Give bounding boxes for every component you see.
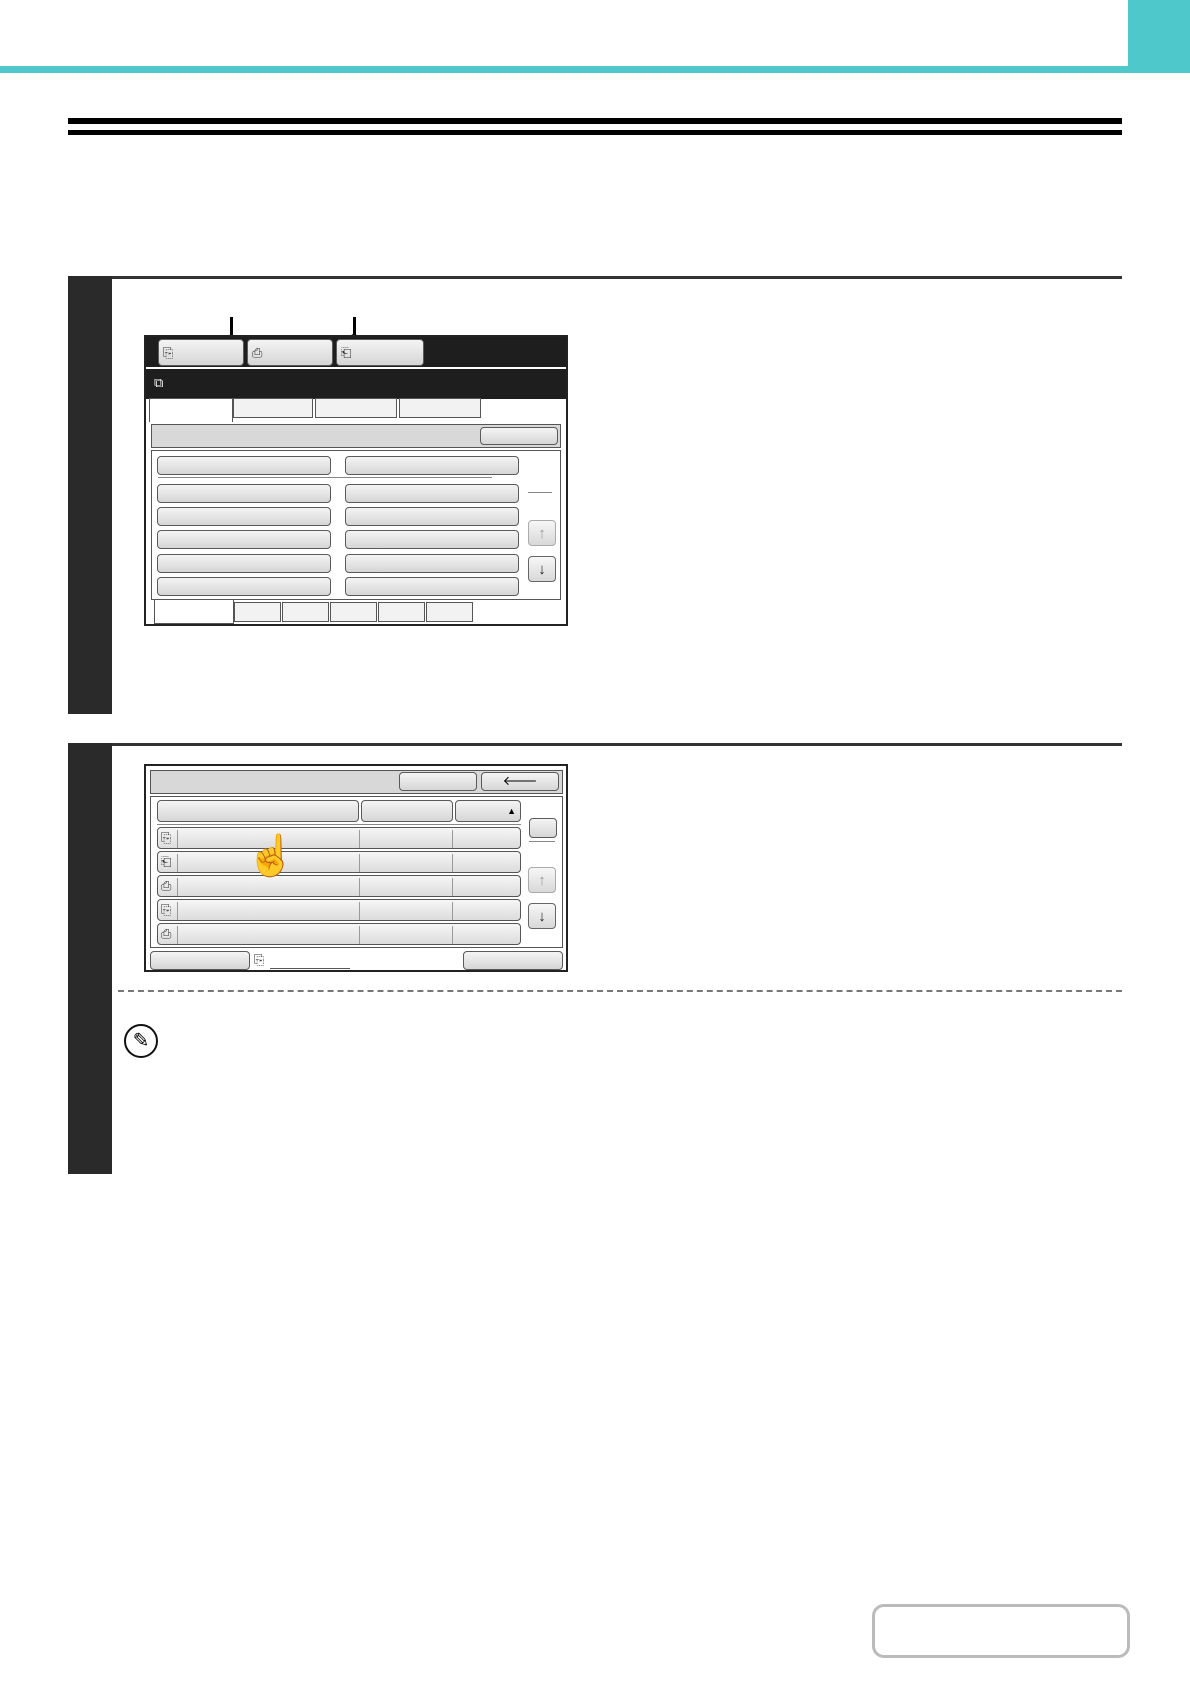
arrow-up-icon: ↑ [538,525,546,542]
list-right-item[interactable] [345,507,519,526]
row-divider [177,830,178,848]
copy-job-icon: ⎘ [161,902,172,917]
row-divider [359,902,360,920]
footer-right-button[interactable] [463,951,563,970]
list-right-item[interactable] [345,530,519,549]
table-row[interactable]: ⎗ [157,851,521,873]
step-2-rule [112,743,1122,746]
title-rule-top [68,118,1122,124]
row-divider [177,902,178,920]
table-row[interactable]: ⎘ [157,899,521,921]
table-row[interactable]: ⎙ [157,875,521,897]
copy-job-icon: ⎘ [161,830,172,845]
copy-icon: ⎘ [163,345,174,360]
sort-arrow-icon: ▲ [507,806,516,816]
tab-1[interactable] [149,398,233,422]
list-divider [158,477,492,478]
tab-4[interactable] [399,398,481,418]
mode-tab-print[interactable]: ⎙ [247,339,333,366]
arrow-down-icon: ↓ [538,908,546,925]
step-2-screen: 🡐 ▲ ⎘ ⎗ ⎙ ⎘ ⎙ ↑ ↓ ⎘ [144,764,568,972]
fax-job-icon: ⎙ [161,926,172,941]
column-header-sort[interactable]: ▲ [455,800,521,822]
fax-job-icon: ⎙ [161,878,172,893]
row-divider [452,926,453,944]
pointing-hand-icon: ☝ [246,834,296,878]
chapter-tab [1128,0,1190,73]
list-right-item[interactable] [345,456,519,475]
row-divider [177,854,178,872]
step-1-bar [68,276,112,714]
print-icon: ⎙ [252,345,263,360]
bottom-tab-6[interactable] [426,602,473,622]
page-select-button[interactable] [529,818,557,838]
step-1-rule [112,276,1122,279]
tab-2[interactable] [233,398,313,418]
footer-underline [270,968,350,969]
bottom-tab-5[interactable] [378,602,425,622]
note-separator [118,990,1122,992]
job-queue-icon: ⎘ [254,952,265,967]
title-rule-bottom [68,130,1122,135]
list-left-item[interactable] [157,456,331,475]
row-divider [452,854,453,872]
footer-left-button[interactable] [150,951,250,970]
table-row[interactable]: ⎘ [157,827,521,849]
scroll-down-button[interactable]: ↓ [528,903,556,929]
list-left-item[interactable] [157,507,331,526]
page-indicator-line [529,841,555,842]
job-status-icon: ⧉ [154,375,164,390]
step-2-bar [68,743,112,1174]
header-accent-line [0,66,1128,73]
row-divider [452,830,453,848]
row-divider [359,854,360,872]
arrow-down-icon: ↓ [538,561,546,578]
header-divider [157,824,521,825]
bottom-tab-3[interactable] [282,602,329,622]
scroll-up-button[interactable]: ↑ [528,520,556,546]
column-header-status[interactable] [361,800,453,822]
mode-tab-scan[interactable]: ⎗ [336,339,424,366]
list-left-item[interactable] [157,554,331,573]
step-1-screen: ⎘ ⎙ ⎗ ⧉ ↑ ↓ [144,335,568,626]
row-divider [177,878,178,896]
bottom-tab-2[interactable] [234,602,281,622]
mode-tab-copy[interactable]: ⎘ [158,339,244,366]
row-divider [452,878,453,896]
scroll-down-button[interactable]: ↓ [528,556,556,582]
row-divider [452,902,453,920]
list-right-item[interactable] [345,577,519,596]
page-indicator-line [528,492,552,493]
list-left-item[interactable] [157,530,331,549]
column-header-name[interactable] [157,800,359,822]
list-left-item[interactable] [157,577,331,596]
title-bar: ⧉ [146,369,566,399]
arrow-up-icon: ↑ [538,872,546,889]
scan-job-icon: ⎗ [161,854,172,869]
list-right-item[interactable] [345,554,519,573]
header-button[interactable] [480,427,558,445]
tab-3[interactable] [315,398,397,418]
scroll-up-button[interactable]: ↑ [528,867,556,893]
row-divider [359,830,360,848]
table-row[interactable]: ⎙ [157,923,521,945]
back-arrow-icon: 🡐 [502,773,538,788]
back-button[interactable]: 🡐 [481,772,559,791]
list-left-item[interactable] [157,484,331,503]
row-divider [177,926,178,944]
note-pencil-icon: ✎ [124,1024,158,1058]
contents-button[interactable] [872,1604,1130,1658]
bottom-tab-4[interactable] [330,602,377,622]
scan-icon: ⎗ [341,345,352,360]
row-divider [359,926,360,944]
header-button[interactable] [399,772,477,791]
bottom-tab-1[interactable] [154,600,234,624]
row-divider [359,878,360,896]
list-right-item[interactable] [345,484,519,503]
